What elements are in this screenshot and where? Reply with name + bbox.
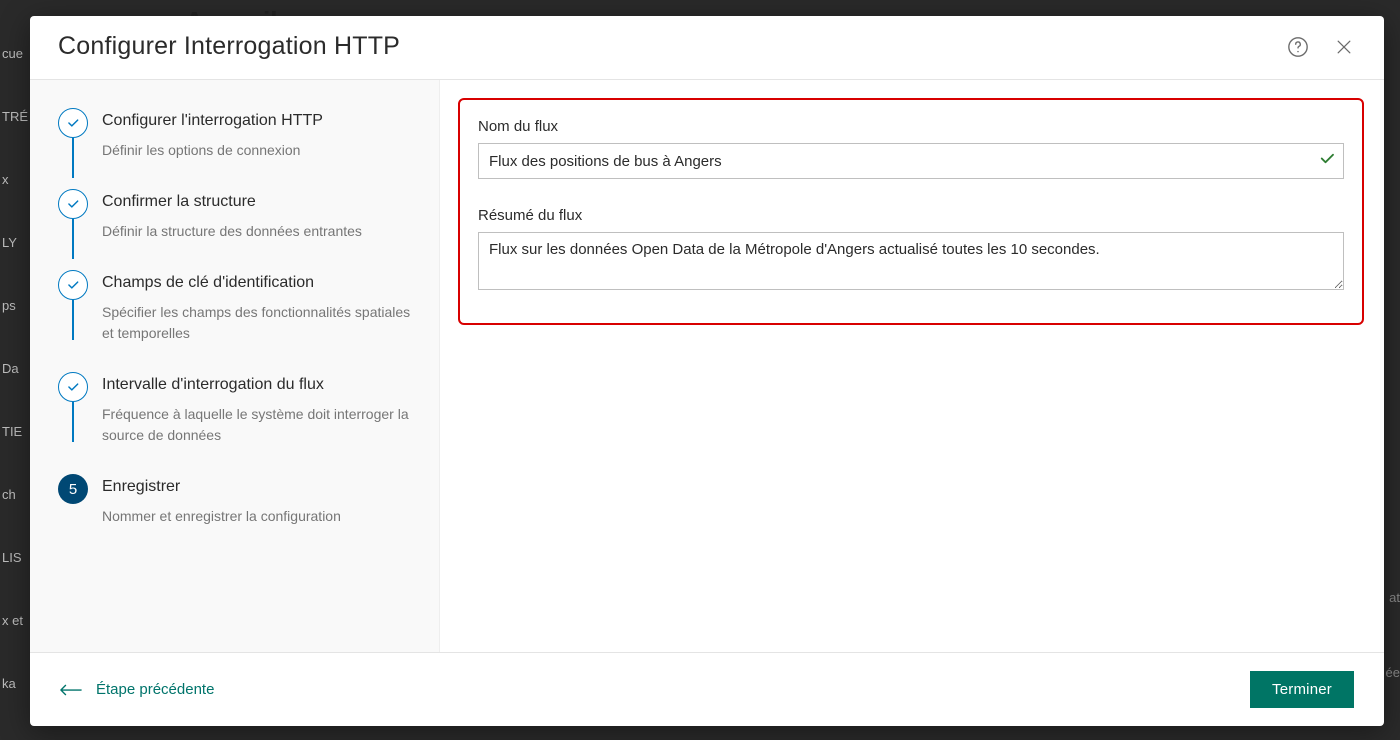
step-icon-column bbox=[58, 270, 88, 340]
step-icon-column bbox=[58, 189, 88, 259]
step-text: Champs de clé d'identification Spécifier… bbox=[88, 270, 415, 372]
flux-name-input[interactable] bbox=[478, 143, 1344, 179]
wizard-step-4[interactable]: Intervalle d'interrogation du flux Fréqu… bbox=[58, 372, 415, 474]
step-text: Intervalle d'interrogation du flux Fréqu… bbox=[88, 372, 415, 474]
step-desc: Spécifier les champs des fonctionnalités… bbox=[102, 302, 415, 344]
bg-side-item: LIS bbox=[0, 544, 28, 571]
step-text: Configurer l'interrogation HTTP Définir … bbox=[88, 108, 415, 189]
configure-http-poll-modal: Configurer Interrogation HTTP bbox=[30, 16, 1384, 726]
step-current-icon: 5 bbox=[58, 474, 88, 504]
step-icon-column bbox=[58, 108, 88, 178]
bg-side-item: x et bbox=[0, 607, 28, 634]
bg-side-item: cue bbox=[0, 40, 28, 67]
modal-header-actions bbox=[1286, 35, 1356, 59]
valid-check-icon bbox=[1318, 150, 1336, 173]
bg-side-item: LY bbox=[0, 229, 28, 256]
step-connector bbox=[72, 402, 74, 442]
step-title: Champs de clé d'identification bbox=[102, 274, 415, 292]
step-desc: Définir les options de connexion bbox=[102, 140, 415, 161]
wizard-step-1[interactable]: Configurer l'interrogation HTTP Définir … bbox=[58, 108, 415, 189]
step-title: Configurer l'interrogation HTTP bbox=[102, 112, 415, 130]
step-title: Confirmer la structure bbox=[102, 193, 415, 211]
wizard-step-3[interactable]: Champs de clé d'identification Spécifier… bbox=[58, 270, 415, 372]
flux-name-input-wrap bbox=[478, 143, 1344, 179]
bg-right-text: at bbox=[1389, 590, 1400, 605]
wizard-steps-sidebar: Configurer l'interrogation HTTP Définir … bbox=[30, 80, 440, 652]
step-desc: Fréquence à laquelle le système doit int… bbox=[102, 404, 415, 446]
bg-side-item: ch bbox=[0, 481, 28, 508]
step-done-icon bbox=[58, 372, 88, 402]
step-connector bbox=[72, 300, 74, 340]
step-done-icon bbox=[58, 270, 88, 300]
step-icon-column bbox=[58, 372, 88, 442]
bg-right-edge: at ée bbox=[1388, 0, 1400, 740]
modal-main-content: Nom du flux Résumé du flux bbox=[440, 80, 1384, 652]
step-text: Confirmer la structure Définir la struct… bbox=[88, 189, 415, 270]
step-desc: Définir la structure des données entrant… bbox=[102, 221, 415, 242]
bg-side-item: ps bbox=[0, 292, 28, 319]
step-connector bbox=[72, 138, 74, 178]
flux-summary-textarea[interactable] bbox=[478, 232, 1344, 290]
help-icon[interactable] bbox=[1286, 35, 1310, 59]
step-text: Enregistrer Nommer et enregistrer la con… bbox=[88, 474, 415, 555]
wizard-step-5[interactable]: 5 Enregistrer Nommer et enregistrer la c… bbox=[58, 474, 415, 555]
flux-summary-label: Résumé du flux bbox=[478, 207, 1344, 224]
modal-footer: Étape précédente Terminer bbox=[30, 652, 1384, 726]
step-desc: Nommer et enregistrer la configuration bbox=[102, 506, 415, 527]
previous-step-label: Étape précédente bbox=[96, 681, 214, 698]
flux-summary-field-group: Résumé du flux bbox=[478, 207, 1344, 295]
step-done-icon bbox=[58, 108, 88, 138]
flux-name-label: Nom du flux bbox=[478, 118, 1344, 135]
modal-header: Configurer Interrogation HTTP bbox=[30, 16, 1384, 80]
modal-body: Configurer l'interrogation HTTP Définir … bbox=[30, 80, 1384, 652]
wizard-step-2[interactable]: Confirmer la structure Définir la struct… bbox=[58, 189, 415, 270]
bg-side-item: ka bbox=[0, 670, 28, 697]
bg-side-item: TRÉ bbox=[0, 103, 28, 130]
bg-side-item: x bbox=[0, 166, 28, 193]
step-connector bbox=[72, 219, 74, 259]
bg-side-item: Da bbox=[0, 355, 28, 382]
bg-right-text: ée bbox=[1386, 665, 1400, 680]
bg-side-item: TIE bbox=[0, 418, 28, 445]
bg-sidebar: cue TRÉ x LY ps Da TIE ch LIS x et ka bbox=[0, 0, 28, 740]
finish-button[interactable]: Terminer bbox=[1250, 671, 1354, 708]
previous-step-link[interactable]: Étape précédente bbox=[60, 681, 214, 698]
arrow-left-icon bbox=[60, 684, 82, 696]
highlighted-form-area: Nom du flux Résumé du flux bbox=[458, 98, 1364, 325]
step-icon-column: 5 bbox=[58, 474, 88, 504]
flux-name-field-group: Nom du flux bbox=[478, 118, 1344, 179]
step-title: Intervalle d'interrogation du flux bbox=[102, 376, 415, 394]
step-title: Enregistrer bbox=[102, 478, 415, 496]
modal-title: Configurer Interrogation HTTP bbox=[58, 32, 400, 61]
close-icon[interactable] bbox=[1332, 35, 1356, 59]
step-done-icon bbox=[58, 189, 88, 219]
